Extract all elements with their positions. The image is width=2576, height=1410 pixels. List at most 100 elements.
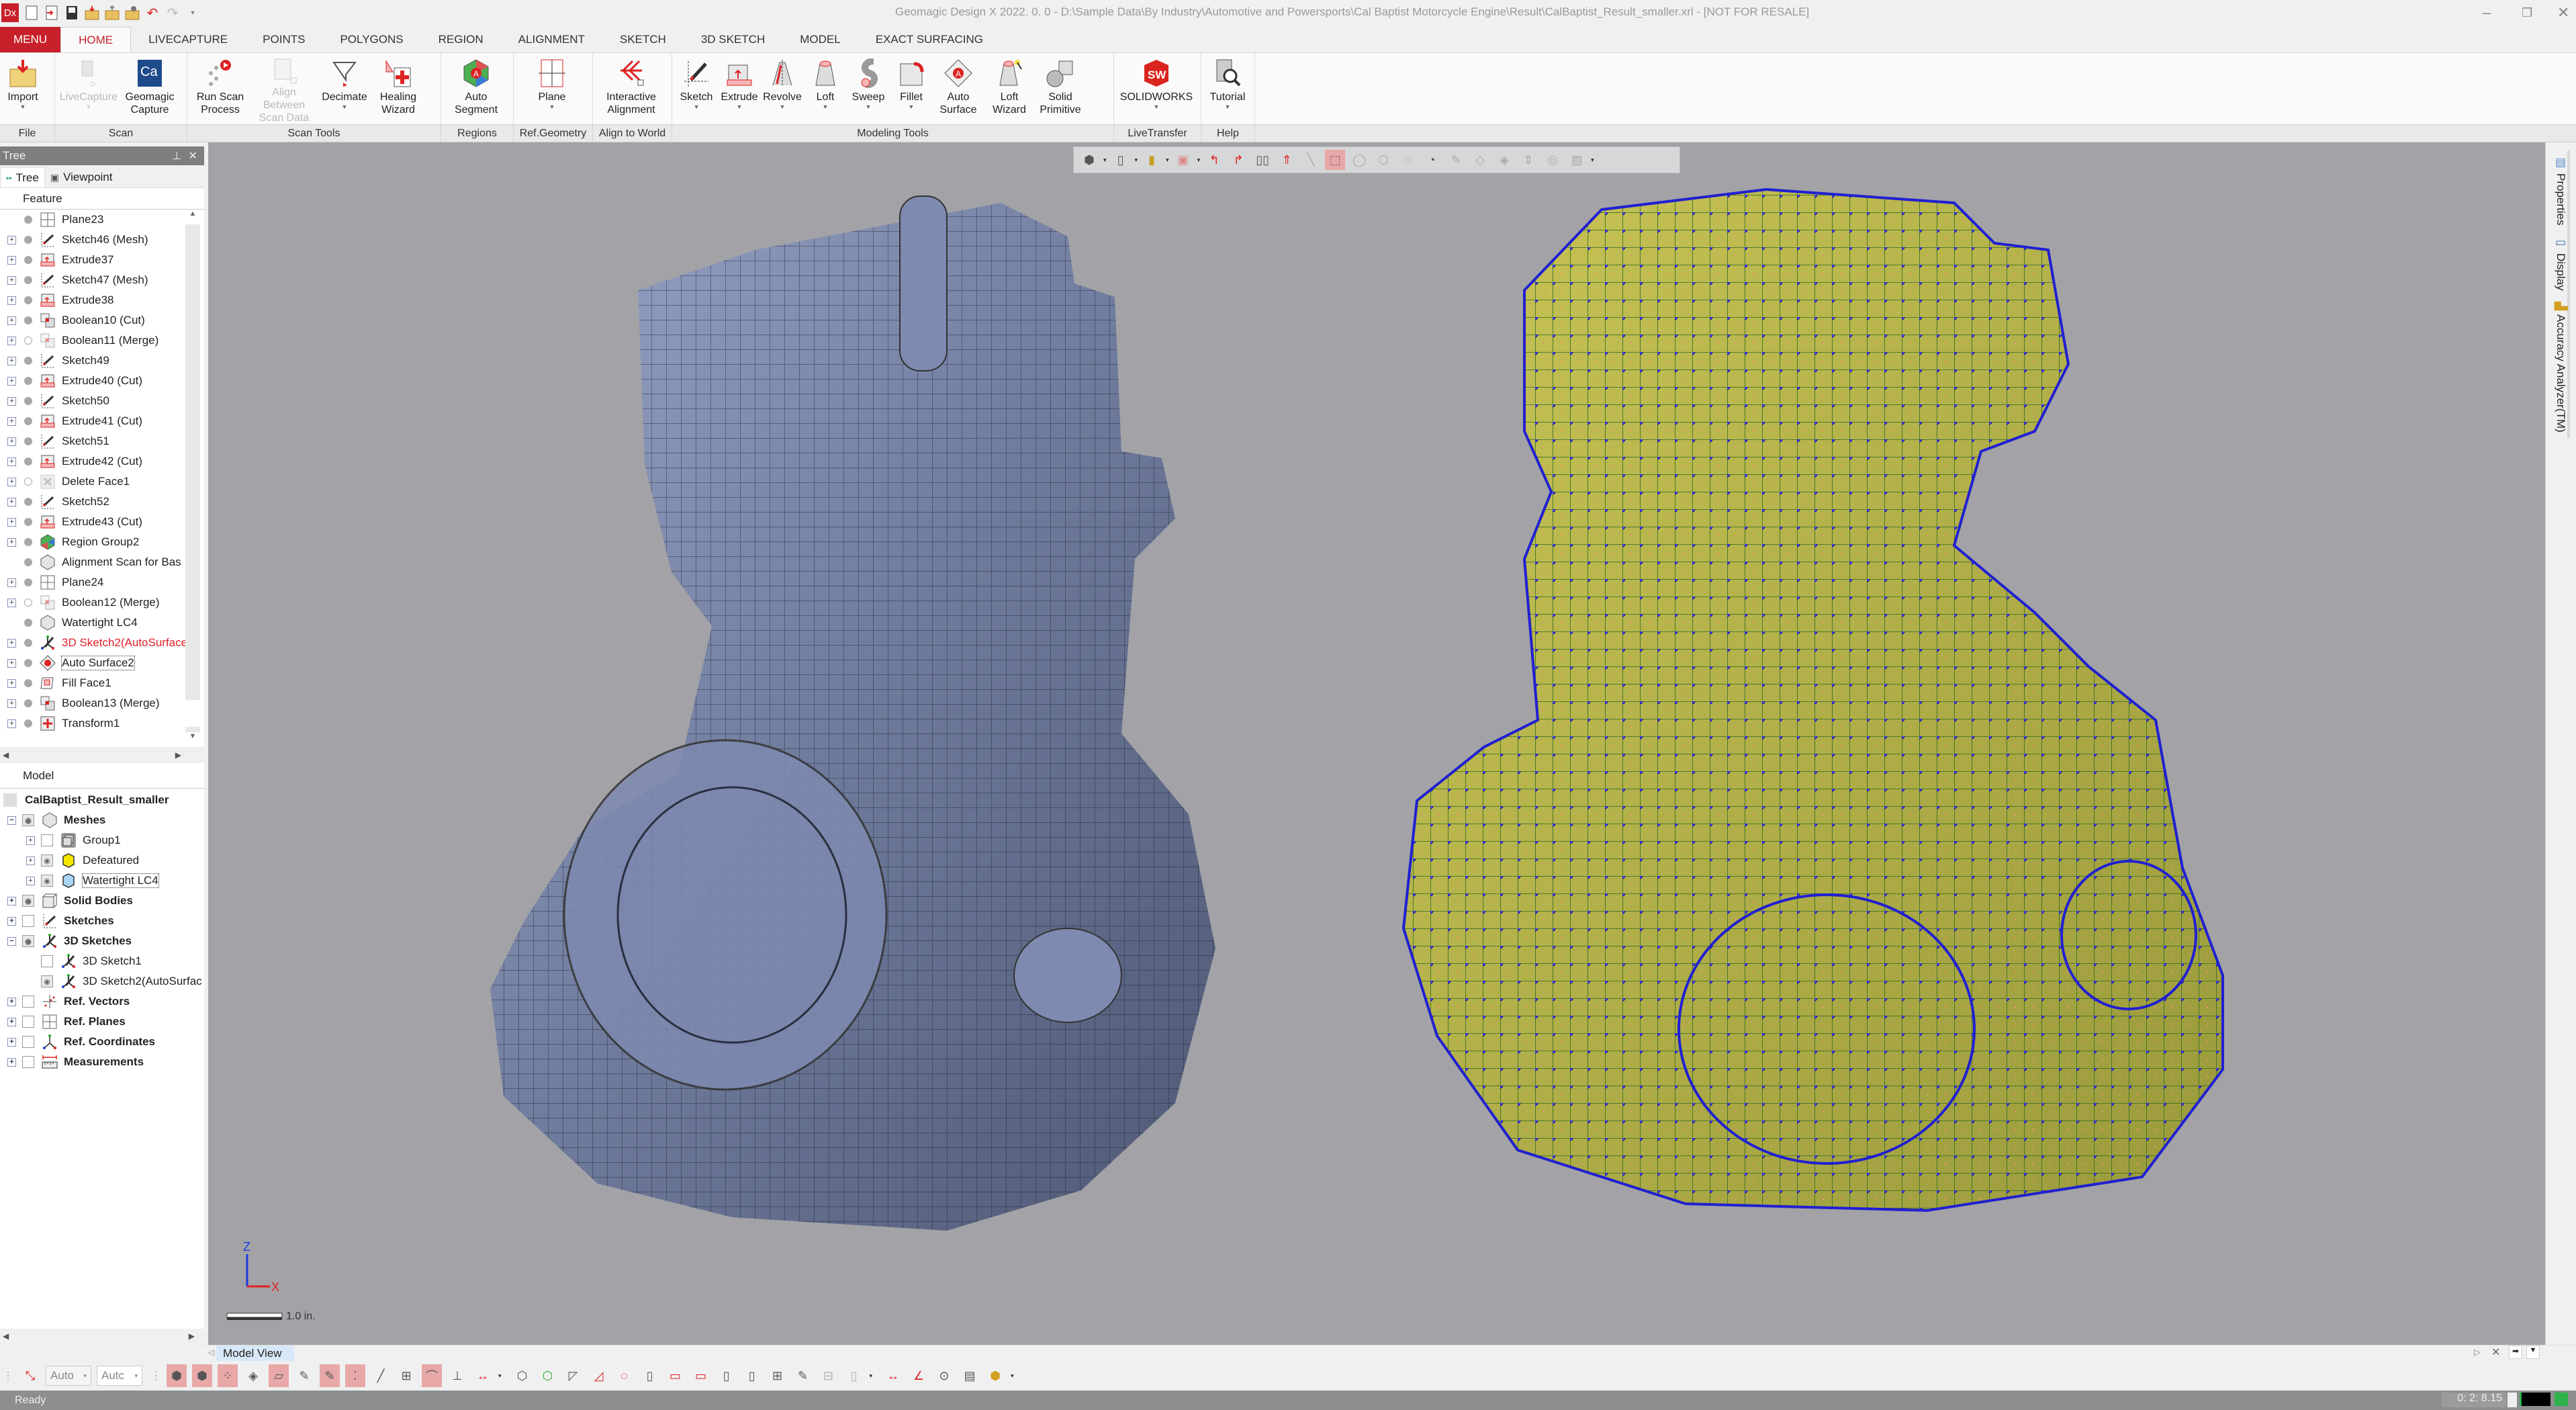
- show-regions-icon[interactable]: ⬢: [192, 1364, 212, 1387]
- expand-icon[interactable]: +: [7, 578, 16, 587]
- show-coordinates-icon[interactable]: ⊥: [447, 1364, 467, 1387]
- expand-icon[interactable]: +: [26, 836, 35, 845]
- circle-select-icon[interactable]: ◯: [1349, 150, 1369, 170]
- visibility-checkbox[interactable]: [22, 915, 34, 927]
- accuracy-color-icon[interactable]: ⬢: [985, 1364, 1005, 1387]
- select-mesh-icon[interactable]: ⬡: [512, 1364, 533, 1387]
- geomagic-capture-button[interactable]: Ca Geomagic Capture: [120, 53, 180, 124]
- expand-icon[interactable]: +: [7, 896, 16, 906]
- active-state-icon[interactable]: [24, 719, 32, 728]
- feature-tree-item[interactable]: + Auto Surface2: [0, 653, 204, 673]
- interactive-alignment-button[interactable]: Interactive Alignment: [596, 53, 667, 124]
- close-panel-icon[interactable]: ✕: [189, 149, 197, 163]
- feature-tree-item[interactable]: + Delete Face1: [0, 472, 204, 492]
- expand-icon[interactable]: +: [7, 1057, 16, 1067]
- visibility-checkbox[interactable]: [22, 996, 34, 1008]
- view-list-icon[interactable]: ▼: [2526, 1346, 2540, 1359]
- model-tree-item[interactable]: + Ref. Vectors: [0, 992, 204, 1012]
- expand-icon[interactable]: +: [7, 916, 16, 926]
- active-state-icon[interactable]: [24, 639, 32, 647]
- expand-icon[interactable]: +: [7, 275, 16, 285]
- active-state-icon[interactable]: [24, 397, 32, 405]
- smart-select-icon[interactable]: ◈: [1494, 150, 1514, 170]
- feature-tree-item[interactable]: + Fill Face1: [0, 673, 204, 693]
- model-root[interactable]: CalBaptist_Result_smaller: [0, 790, 204, 810]
- tab-sketch[interactable]: SKETCH: [602, 27, 684, 52]
- feature-tree-item[interactable]: + Sketch50: [0, 391, 204, 411]
- rotate-left-icon[interactable]: ↰: [1204, 150, 1224, 170]
- measure-angle-icon[interactable]: ∠: [909, 1364, 929, 1387]
- tab-tree[interactable]: ▪▪ Tree: [0, 167, 45, 187]
- select-solid-icon[interactable]: ▯: [717, 1364, 737, 1387]
- expand-icon[interactable]: +: [26, 856, 35, 865]
- rectangle-select-icon[interactable]: ⬚: [1325, 150, 1346, 170]
- expand-icon[interactable]: +: [7, 416, 16, 426]
- collapse-icon[interactable]: −: [7, 936, 16, 946]
- select-side-face-icon[interactable]: ▭: [691, 1364, 711, 1387]
- fillet-button[interactable]: Fillet ▼: [890, 53, 933, 124]
- active-state-icon[interactable]: [24, 659, 32, 667]
- expand-icon[interactable]: +: [7, 1017, 16, 1026]
- feature-tree-item[interactable]: +3D Sketch2(AutoSurface: [0, 633, 204, 653]
- tab-model-view[interactable]: Model View: [216, 1346, 294, 1362]
- measure-area-icon[interactable]: ▤: [960, 1364, 980, 1387]
- feature-tree-item[interactable]: + Sketch49: [0, 351, 204, 371]
- align-between-scan-data-button[interactable]: Align Between Scan Data: [250, 53, 318, 124]
- model-tree-item[interactable]: + Sketches: [0, 911, 204, 931]
- expand-icon[interactable]: +: [7, 517, 16, 527]
- visibility-eye-icon[interactable]: ◉: [22, 935, 34, 947]
- loft-wizard-button[interactable]: Loft Wizard: [984, 53, 1035, 124]
- feature-tree-item[interactable]: + Sketch46 (Mesh): [0, 230, 204, 250]
- feature-tree-hscrollbar[interactable]: ◀ ▶: [0, 747, 204, 763]
- feature-tree-item[interactable]: Alignment Scan for Bas: [0, 552, 204, 572]
- active-state-icon[interactable]: [24, 558, 32, 566]
- feature-tree-item[interactable]: + Extrude42 (Cut): [0, 451, 204, 472]
- active-state-icon[interactable]: [24, 538, 32, 546]
- show-vectors-icon[interactable]: ╱: [371, 1364, 391, 1387]
- new-file-icon[interactable]: [24, 4, 39, 21]
- active-state-icon[interactable]: [24, 437, 32, 445]
- decimate-button[interactable]: Decimate ▼: [318, 53, 371, 124]
- scroll-down-arrow[interactable]: ▼: [185, 732, 200, 747]
- feature-tree-item[interactable]: + Extrude41 (Cut): [0, 411, 204, 431]
- rotate-right-icon[interactable]: ↱: [1228, 150, 1248, 170]
- expand-icon[interactable]: +: [7, 255, 16, 265]
- solidworks-button[interactable]: SW SOLIDWORKS ▼: [1117, 53, 1196, 124]
- tab-exact-surfacing[interactable]: EXACT SURFACING: [858, 27, 1001, 52]
- model-tree-item[interactable]: + ◉ Defeatured: [0, 850, 204, 871]
- mesh-display-icon[interactable]: ⬢: [1079, 150, 1099, 170]
- feature-tree-scrollbar[interactable]: ▲ ▼: [185, 210, 200, 747]
- expand-icon[interactable]: +: [7, 1037, 16, 1047]
- expand-icon[interactable]: +: [7, 316, 16, 325]
- tab-display[interactable]: ▭ Display: [2554, 230, 2570, 297]
- suppressed-icon[interactable]: [24, 478, 32, 486]
- collapse-icon[interactable]: −: [7, 816, 16, 825]
- model-viewport[interactable]: Z X 1.0 in.: [208, 142, 2545, 1345]
- scroll-left-arrow[interactable]: ◀: [3, 750, 9, 760]
- measure-distance-icon[interactable]: ↔: [883, 1364, 903, 1387]
- sketch-button[interactable]: Sketch ▼: [675, 53, 718, 124]
- solid-primitive-button[interactable]: Solid Primitive: [1035, 53, 1086, 124]
- expand-icon[interactable]: +: [26, 876, 35, 885]
- expand-icon[interactable]: +: [7, 477, 16, 486]
- select-body-icon[interactable]: ▯: [640, 1364, 660, 1387]
- scroll-right-arrow[interactable]: ▶: [175, 750, 181, 760]
- active-state-icon[interactable]: [24, 518, 32, 526]
- color-map-icon[interactable]: ▮: [1142, 150, 1162, 170]
- expand-icon[interactable]: +: [7, 356, 16, 365]
- section-view-icon[interactable]: ▣: [1173, 150, 1193, 170]
- extrude-button[interactable]: Extrude ▼: [718, 53, 761, 124]
- close-view-icon[interactable]: ✕: [2491, 1346, 2500, 1359]
- feature-tree-item[interactable]: + Sketch52: [0, 492, 204, 512]
- visible-only-icon[interactable]: ◎: [1543, 150, 1563, 170]
- model-tree-item[interactable]: + Measurements: [0, 1052, 204, 1072]
- feature-tree-item[interactable]: + Boolean13 (Merge): [0, 693, 204, 713]
- feature-tree-item[interactable]: + Boolean11 (Merge): [0, 331, 204, 351]
- expand-icon[interactable]: +: [7, 537, 16, 547]
- active-state-icon[interactable]: [24, 357, 32, 365]
- visibility-eye-icon[interactable]: ◉: [41, 975, 53, 987]
- scroll-right-arrow[interactable]: ▶: [189, 1331, 195, 1341]
- tab-region[interactable]: REGION: [421, 27, 501, 52]
- visibility-eye-icon[interactable]: ◉: [22, 814, 34, 826]
- model-tree-hscrollbar[interactable]: ◀ ▶: [0, 1329, 204, 1343]
